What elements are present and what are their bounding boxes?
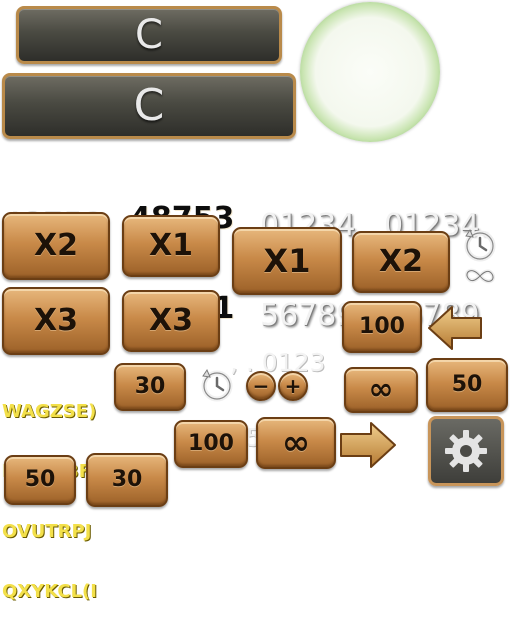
infinity-button-a[interactable]: ∞ [344,367,418,413]
c-bar-top-label: C [135,12,163,58]
100-button-b[interactable]: 100 [174,420,248,468]
50-button-a[interactable]: 50 [426,358,508,412]
refresh-infinity-icon[interactable] [458,226,502,288]
infinity-button-b[interactable]: ∞ [256,417,336,469]
infinity-button-b-label: ∞ [281,423,311,463]
yellow-letters-line1: WAGZSE) [2,401,97,422]
100-button-b-label: 100 [188,431,234,456]
gear-icon [445,430,487,472]
c-bar-bottom[interactable]: C [2,73,296,139]
yellow-letters-line4: QXYKCL(I [2,581,97,602]
x3-button-a-label: X3 [33,303,78,338]
50-button-a-label: 50 [451,372,483,397]
30-button-b-label: 30 [111,467,143,492]
gear-button[interactable] [428,416,504,486]
yellow-letters-line3: OVUTRPJ [2,521,92,542]
faint-digits-line1: , . 0123 [230,348,326,377]
c-bar-top[interactable]: C [16,6,282,64]
x1-button-a-label: X1 [148,228,193,263]
arrow-right-icon[interactable] [338,420,398,470]
x2-button-b[interactable]: X2 [352,231,450,293]
infinity-button-a-label: ∞ [368,372,394,407]
50-button-b-label: 50 [24,467,56,492]
50-button-b[interactable]: 50 [4,455,76,505]
x1-button-a[interactable]: X1 [122,215,220,277]
minus-button-label: − [252,374,270,398]
x2-button-large-label: X2 [33,228,78,263]
refresh-icon[interactable] [198,366,236,404]
x3-button-b-label: X3 [148,303,193,338]
x3-button-b[interactable]: X3 [122,290,220,352]
minus-button[interactable]: − [246,371,276,401]
x2-button-large[interactable]: X2 [2,212,110,280]
x1-button-b-label: X1 [263,242,311,280]
x1-button-b[interactable]: X1 [232,227,342,295]
x3-button-a[interactable]: X3 [2,287,110,355]
c-bar-bottom-label: C [133,80,165,131]
30-button-b[interactable]: 30 [86,453,168,507]
30-button-a-label: 30 [134,374,166,399]
100-button-a[interactable]: 100 [342,301,422,353]
100-button-a-label: 100 [359,314,405,339]
arrow-left-icon[interactable] [426,304,484,352]
x2-button-b-label: X2 [378,244,423,279]
green-ring-icon[interactable] [300,2,440,142]
30-button-a[interactable]: 30 [114,363,186,411]
plus-button[interactable]: + [278,371,308,401]
plus-button-label: + [284,374,302,398]
